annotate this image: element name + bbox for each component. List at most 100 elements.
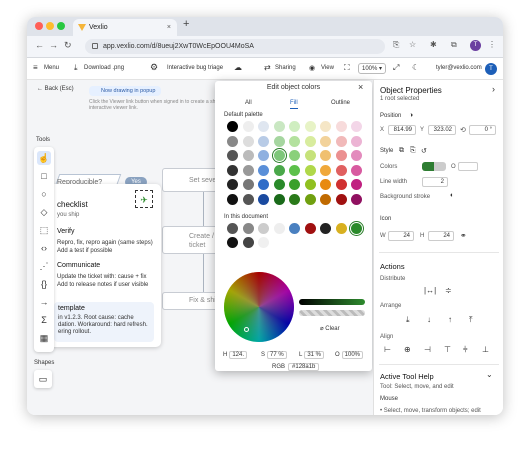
maximize-window-dot[interactable] — [57, 22, 65, 30]
palette-swatch[interactable] — [335, 150, 347, 161]
frame-tool-icon[interactable]: ⬚ — [37, 223, 51, 237]
fullscreen-icon[interactable]: ⤢ — [393, 63, 399, 73]
code-tool-icon[interactable]: ‹› — [37, 241, 51, 255]
palette-swatch[interactable] — [273, 164, 285, 176]
palette-swatch[interactable] — [273, 150, 285, 161]
palette-swatch[interactable] — [289, 135, 300, 147]
palette-swatch[interactable] — [273, 179, 285, 190]
palette-swatch[interactable] — [227, 135, 238, 147]
palette-swatch[interactable] — [304, 164, 316, 176]
create-ticket-node[interactable]: Create / ticket — [162, 226, 222, 254]
palette-swatch[interactable] — [289, 164, 300, 176]
braces-tool-icon[interactable]: {} — [37, 277, 51, 291]
opacity-field[interactable]: O 100% — [335, 351, 364, 359]
palette-swatch[interactable] — [304, 193, 316, 205]
palette-swatch[interactable] — [289, 179, 300, 190]
url-field[interactable]: app.vexlio.com/d/8ueuj2XwT0WcEpOOU4MoSA — [85, 39, 385, 54]
hamburger-icon[interactable]: ≡ — [33, 63, 38, 72]
bring-forward-icon[interactable]: ↑ — [448, 315, 452, 324]
palette-swatch[interactable] — [242, 121, 254, 132]
site-info-icon[interactable] — [92, 43, 98, 49]
document-color-swatch[interactable] — [258, 223, 269, 234]
distribute-horizontal-icon[interactable]: |↔| — [424, 286, 436, 295]
minimize-window-dot[interactable] — [46, 22, 54, 30]
zoom-select[interactable]: 100% ▾ — [358, 63, 386, 74]
palette-swatch[interactable] — [242, 135, 254, 147]
color-wheel[interactable] — [224, 272, 294, 342]
palette-swatch[interactable] — [273, 135, 285, 147]
browser-menu-icon[interactable]: ⋮ — [488, 40, 496, 49]
palette-swatch[interactable] — [258, 150, 269, 161]
forward-arrow-icon[interactable]: → — [49, 40, 58, 50]
document-color-swatch[interactable] — [242, 237, 254, 248]
palette-swatch[interactable] — [335, 164, 347, 176]
align-center-icon[interactable]: ⊕ — [404, 345, 411, 354]
view-button[interactable]: View — [321, 65, 334, 71]
align-bottom-icon[interactable]: ⊥ — [482, 345, 489, 354]
palette-swatch[interactable] — [304, 121, 316, 132]
width-input[interactable]: 24 — [388, 231, 414, 241]
document-color-swatch[interactable] — [320, 223, 331, 234]
arrow-tool-icon[interactable]: → — [37, 295, 51, 309]
distribute-vertical-icon[interactable]: ≑ — [445, 286, 452, 295]
palette-swatch[interactable] — [289, 121, 300, 132]
browser-tab[interactable]: Vexlio × — [73, 19, 177, 36]
document-color-swatch[interactable] — [351, 223, 362, 234]
palette-swatch[interactable] — [351, 150, 362, 161]
tab-all[interactable]: All — [245, 100, 252, 106]
palette-swatch[interactable] — [351, 121, 362, 132]
document-color-swatch[interactable] — [289, 223, 300, 234]
clear-button[interactable]: ⌀ Clear — [320, 325, 340, 332]
chevron-down-icon[interactable]: ⌄ — [486, 370, 493, 379]
reload-icon[interactable]: ↻ — [64, 40, 72, 51]
eye-icon[interactable]: ◉ — [309, 64, 315, 72]
browser-profile-avatar[interactable]: T — [470, 40, 481, 51]
palette-swatch[interactable] — [258, 179, 269, 190]
document-color-swatch[interactable] — [242, 223, 254, 234]
menu-button[interactable]: Menu — [44, 65, 59, 71]
lightness-slider[interactable] — [299, 299, 365, 305]
palette-swatch[interactable] — [242, 150, 254, 161]
lock-aspect-icon[interactable]: ⚭ — [460, 231, 467, 240]
saturation-field[interactable]: S 77 % — [261, 351, 287, 359]
collapse-panel-icon[interactable]: › — [492, 84, 495, 94]
download-icon[interactable]: ⤓ — [74, 63, 78, 73]
close-tab-icon[interactable]: × — [167, 19, 171, 36]
palette-swatch[interactable] — [258, 135, 269, 147]
o-value[interactable]: 100% — [341, 351, 364, 359]
rotation-input[interactable]: 0 ° — [469, 125, 496, 135]
selected-icon-object[interactable]: ✈ — [135, 190, 153, 208]
chart-tool-icon[interactable]: ⋰ — [37, 259, 51, 273]
align-top-icon[interactable]: ⊤ — [444, 345, 451, 354]
close-window-dot[interactable] — [35, 22, 43, 30]
outline-color-swatch[interactable] — [458, 162, 478, 171]
close-popup-icon[interactable]: × — [358, 82, 363, 92]
palette-swatch[interactable] — [335, 179, 347, 190]
share-icon[interactable]: ⇄ — [264, 63, 271, 72]
rectangle-tool-icon[interactable]: □ — [37, 169, 51, 183]
tab-outline[interactable]: Outline — [331, 100, 350, 106]
palette-swatch[interactable] — [320, 193, 331, 205]
palette-swatch[interactable] — [351, 164, 362, 176]
palette-swatch[interactable] — [227, 150, 238, 161]
select-tool-icon[interactable]: ☝ — [37, 151, 51, 165]
palette-swatch[interactable] — [258, 164, 269, 176]
palette-swatch[interactable] — [227, 164, 238, 176]
palette-swatch[interactable] — [335, 121, 347, 132]
new-tab-button[interactable]: + — [183, 18, 189, 30]
downloads-icon[interactable]: ⧉ — [451, 40, 457, 50]
document-color-swatch[interactable] — [227, 237, 238, 248]
palette-swatch[interactable] — [320, 150, 331, 161]
paste-style-icon[interactable]: ⎘ — [410, 147, 416, 155]
diamond-tool-icon[interactable]: ◇ — [37, 205, 51, 219]
palette-swatch[interactable] — [258, 121, 269, 132]
document-color-swatch[interactable] — [304, 223, 316, 234]
y-input[interactable]: 323.02 — [428, 125, 456, 135]
hue-field[interactable]: H 124. — [223, 351, 248, 359]
document-color-swatch[interactable] — [227, 223, 238, 234]
set-severity-node[interactable]: Set seve — [162, 168, 222, 192]
diagram-title[interactable]: Interactive bug triage — [167, 65, 223, 71]
ellipse-tool-icon[interactable]: ○ — [37, 187, 51, 201]
gear-icon[interactable]: ⚙ — [150, 62, 158, 73]
tab-fill[interactable]: Fill — [290, 100, 298, 109]
